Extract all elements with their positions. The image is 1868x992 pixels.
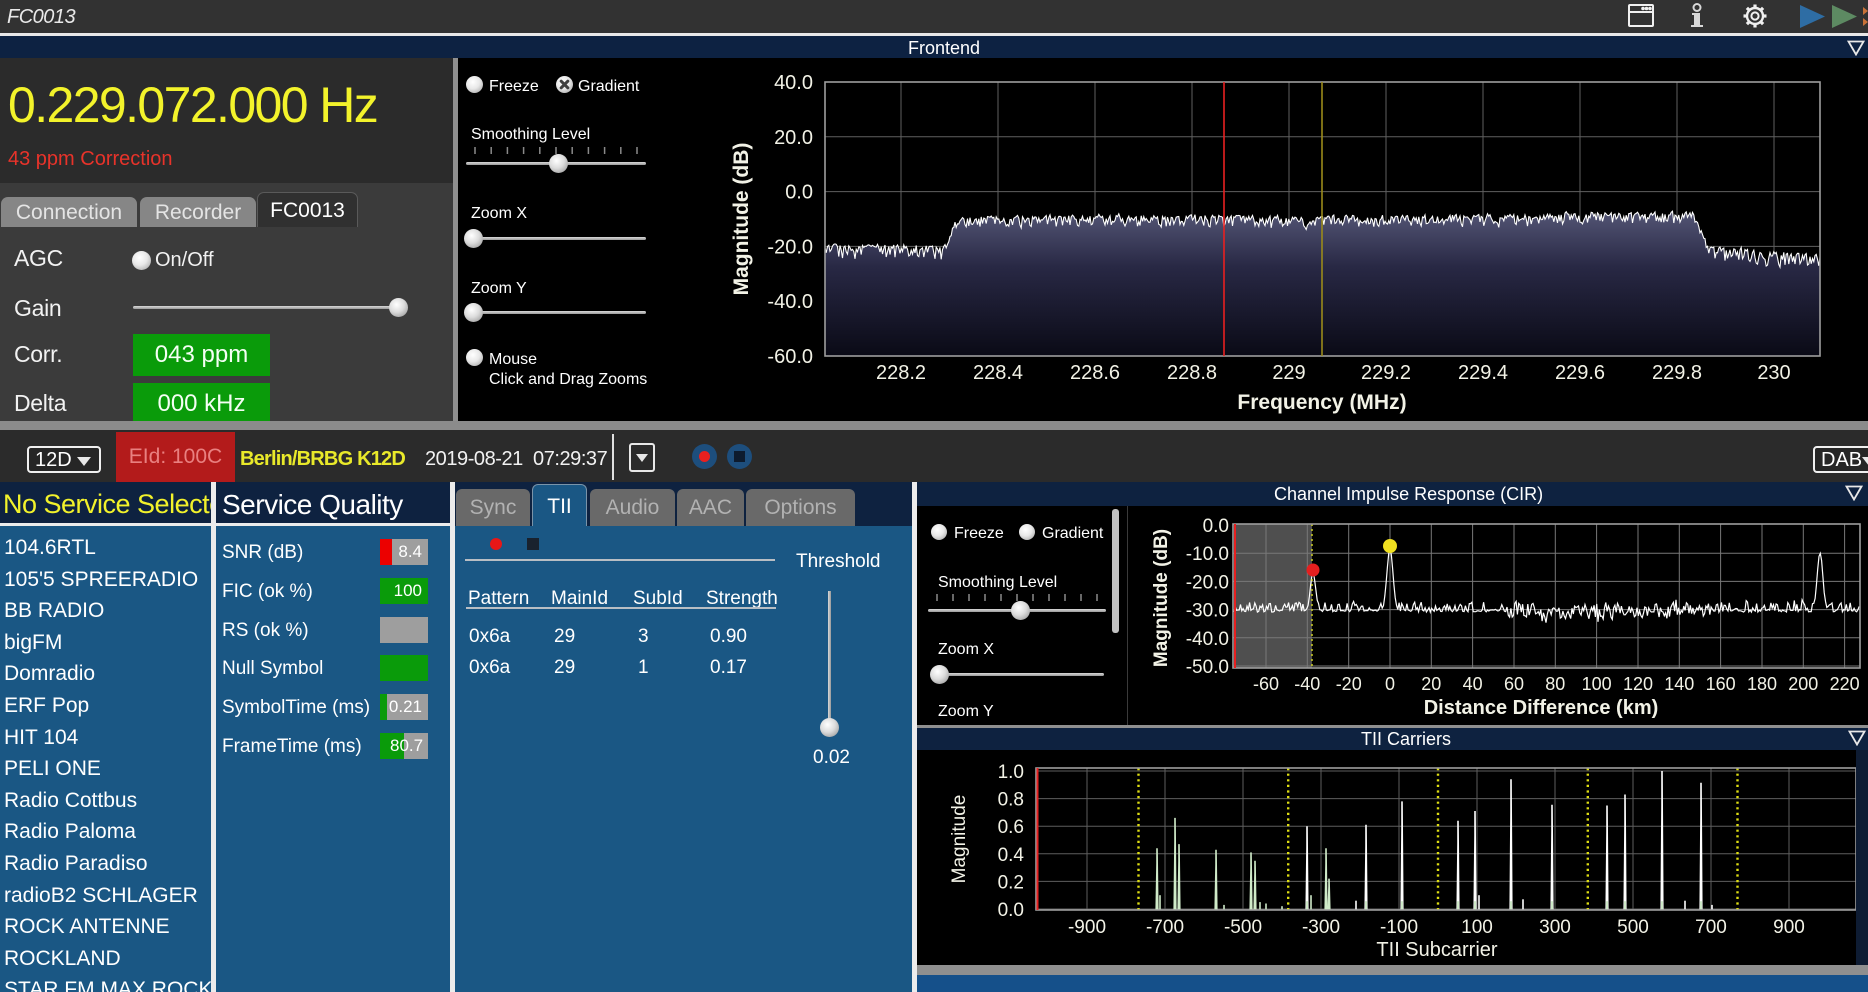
- svg-text:Frequency (MHz): Frequency (MHz): [1237, 391, 1406, 414]
- svg-text:40.0: 40.0: [774, 72, 813, 94]
- svg-text:229.8: 229.8: [1652, 362, 1702, 384]
- svg-text:229.4: 229.4: [1458, 362, 1508, 384]
- svg-text:-500: -500: [1224, 917, 1262, 938]
- svg-text:0.0: 0.0: [785, 182, 813, 204]
- svg-text:0.2: 0.2: [998, 872, 1024, 893]
- svg-text:500: 500: [1617, 917, 1649, 938]
- svg-text:0.6: 0.6: [998, 817, 1024, 838]
- svg-text:228.8: 228.8: [1167, 362, 1217, 384]
- svg-text:-20.0: -20.0: [767, 236, 813, 258]
- svg-text:0.0: 0.0: [1203, 516, 1229, 537]
- svg-text:100: 100: [1582, 674, 1612, 694]
- svg-text:900: 900: [1773, 917, 1805, 938]
- svg-text:229.2: 229.2: [1361, 362, 1411, 384]
- svg-text:0: 0: [1385, 674, 1395, 694]
- svg-text:Magnitude (dB): Magnitude (dB): [730, 143, 753, 296]
- svg-text:-40: -40: [1294, 674, 1320, 694]
- svg-text:0.8: 0.8: [998, 790, 1024, 811]
- svg-text:-20.0: -20.0: [1186, 572, 1229, 593]
- svg-text:-10.0: -10.0: [1186, 544, 1229, 565]
- svg-text:-60: -60: [1253, 674, 1279, 694]
- svg-text:20: 20: [1421, 674, 1441, 694]
- svg-text:200: 200: [1788, 674, 1818, 694]
- svg-text:0.0: 0.0: [998, 900, 1024, 921]
- svg-text:300: 300: [1539, 917, 1571, 938]
- svg-text:-40.0: -40.0: [767, 291, 813, 313]
- svg-text:TII Subcarrier: TII Subcarrier: [1376, 939, 1497, 961]
- svg-text:180: 180: [1747, 674, 1777, 694]
- svg-text:60: 60: [1504, 674, 1524, 694]
- svg-text:160: 160: [1706, 674, 1736, 694]
- svg-text:120: 120: [1623, 674, 1653, 694]
- svg-text:230: 230: [1757, 362, 1790, 384]
- svg-text:Distance Difference (km): Distance Difference (km): [1424, 697, 1659, 719]
- svg-text:100: 100: [1461, 917, 1493, 938]
- svg-text:228.2: 228.2: [876, 362, 926, 384]
- svg-text:-20: -20: [1336, 674, 1362, 694]
- svg-text:80: 80: [1545, 674, 1565, 694]
- svg-text:40: 40: [1463, 674, 1483, 694]
- svg-text:-30.0: -30.0: [1186, 601, 1229, 622]
- svg-text:20.0: 20.0: [774, 127, 813, 149]
- svg-text:700: 700: [1695, 917, 1727, 938]
- svg-text:Magnitude: Magnitude: [949, 795, 970, 884]
- svg-text:229.6: 229.6: [1555, 362, 1605, 384]
- svg-text:220: 220: [1830, 674, 1860, 694]
- svg-text:228.4: 228.4: [973, 362, 1023, 384]
- svg-text:-900: -900: [1068, 917, 1106, 938]
- svg-text:1.0: 1.0: [998, 762, 1024, 783]
- svg-text:-700: -700: [1146, 917, 1184, 938]
- svg-text:-50.0: -50.0: [1186, 657, 1229, 678]
- svg-text:-60.0: -60.0: [767, 346, 813, 368]
- svg-text:0.4: 0.4: [998, 845, 1025, 866]
- svg-text:140: 140: [1664, 674, 1694, 694]
- svg-text:-40.0: -40.0: [1186, 629, 1229, 650]
- svg-text:229: 229: [1272, 362, 1305, 384]
- svg-text:Magnitude (dB): Magnitude (dB): [1151, 529, 1172, 667]
- svg-text:-100: -100: [1380, 917, 1418, 938]
- svg-text:-300: -300: [1302, 917, 1340, 938]
- svg-text:228.6: 228.6: [1070, 362, 1120, 384]
